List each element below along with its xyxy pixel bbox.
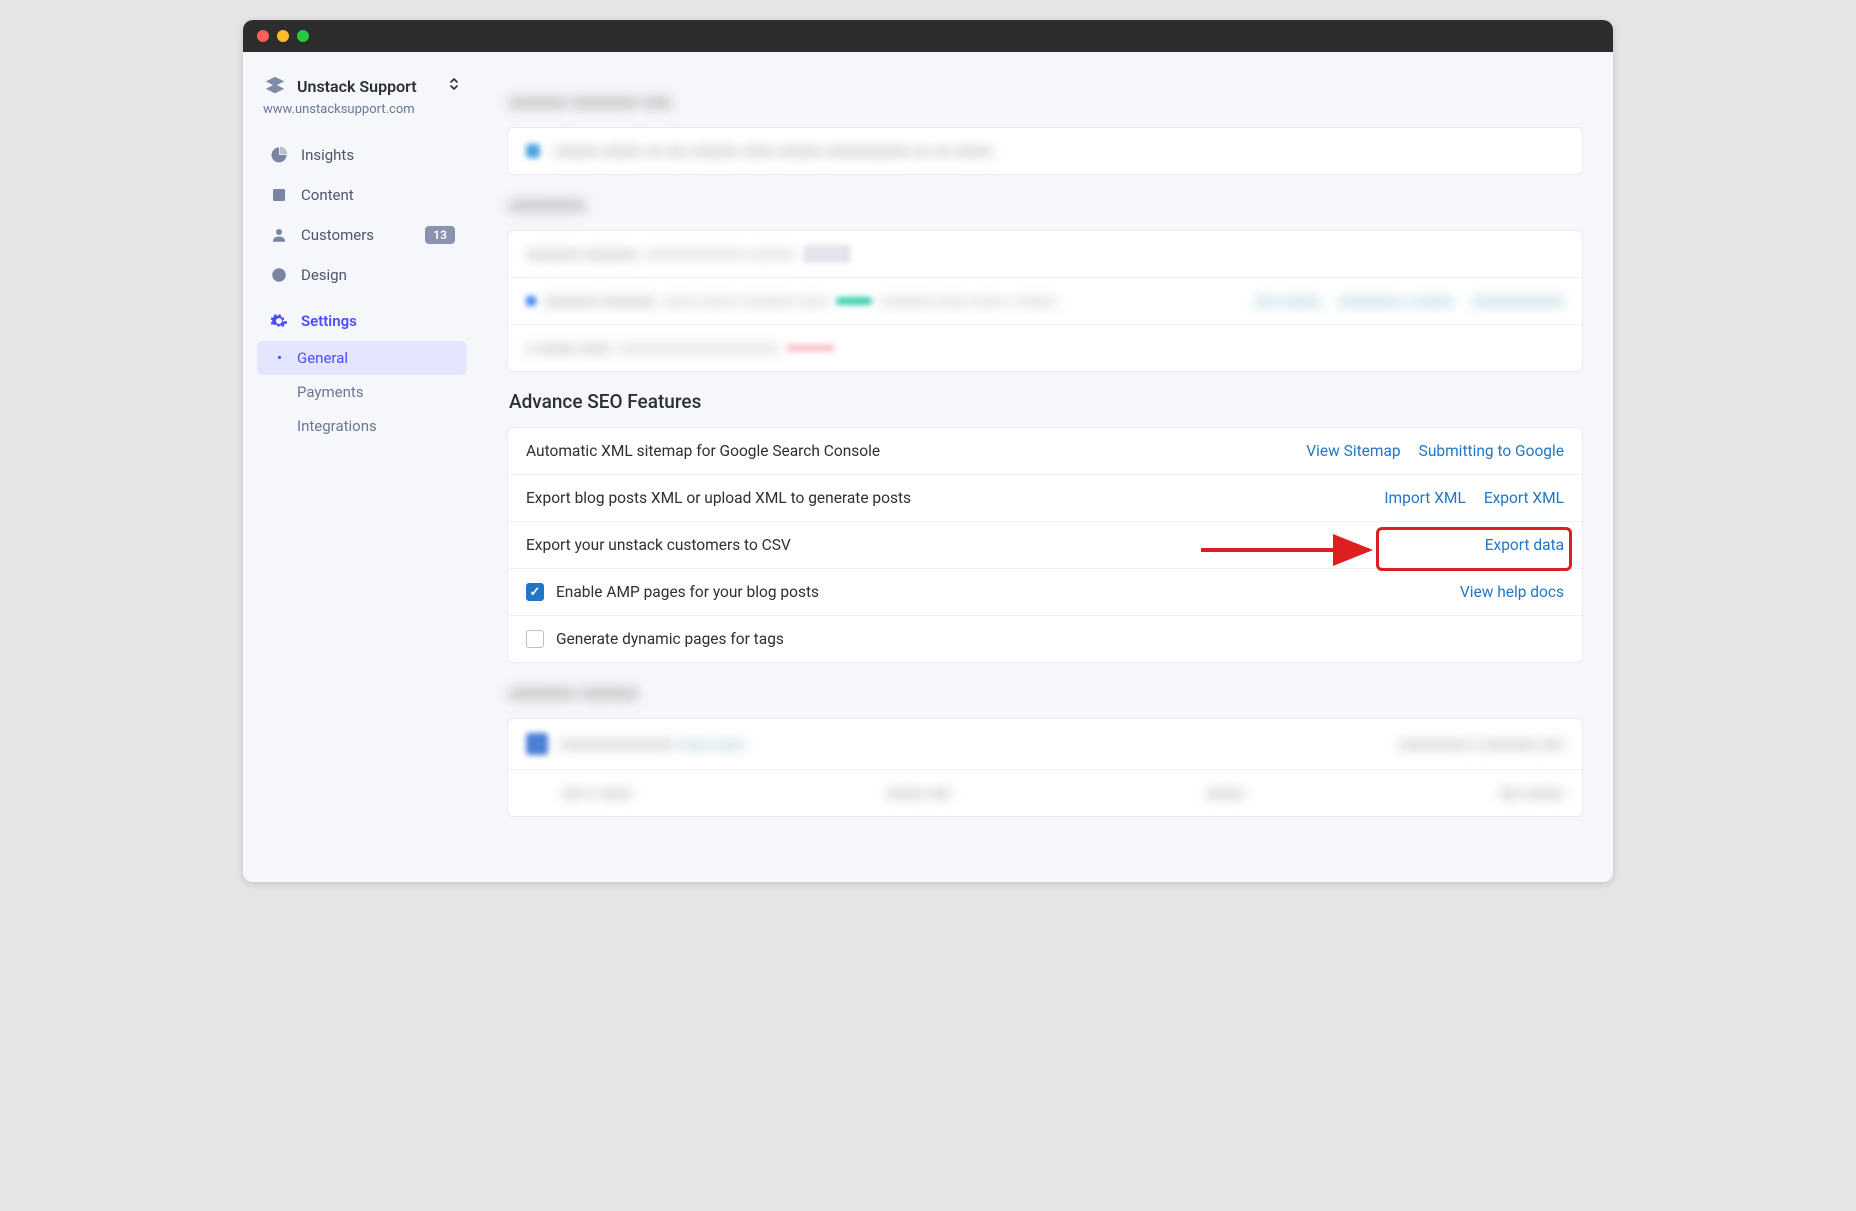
nav-insights[interactable]: Insights <box>257 135 467 175</box>
row-label: Automatic XML sitemap for Google Search … <box>526 442 880 460</box>
subnav-general[interactable]: General <box>257 341 467 375</box>
nav-label: Content <box>301 186 354 204</box>
sidebar: Unstack Support www.unstacksupport.com I… <box>243 52 477 882</box>
seo-row-xml: Export blog posts XML or upload XML to g… <box>508 475 1582 522</box>
row-label: Export your unstack customers to CSV <box>526 536 791 554</box>
nav-content[interactable]: Content <box>257 175 467 215</box>
app-body: Unstack Support www.unstacksupport.com I… <box>243 52 1613 882</box>
brand-url: www.unstacksupport.com <box>257 100 467 135</box>
annotation-arrow-icon <box>1201 542 1381 566</box>
nav-label: Customers <box>301 226 374 244</box>
app-window: Unstack Support www.unstacksupport.com I… <box>243 20 1613 882</box>
window-minimize-icon[interactable] <box>277 30 289 42</box>
pie-chart-icon <box>269 145 289 165</box>
seo-row-sitemap: Automatic XML sitemap for Google Search … <box>508 428 1582 475</box>
row-label: Export blog posts XML or upload XML to g… <box>526 489 911 507</box>
link-import-xml[interactable]: Import XML <box>1384 489 1466 507</box>
nav-customers[interactable]: Customers 13 <box>257 215 467 255</box>
subnav-integrations[interactable]: Integrations <box>257 409 467 443</box>
subnav-label: Payments <box>297 383 364 401</box>
link-submitting-google[interactable]: Submitting to Google <box>1419 442 1564 460</box>
blurred-heading: xxxxxx xxxxxxx xxx <box>509 90 1583 113</box>
nav-design[interactable]: Design <box>257 255 467 295</box>
seo-heading: Advance SEO Features <box>509 390 1583 413</box>
blurred-heading: xxxxxxx xxxxxx <box>509 681 1583 704</box>
titlebar <box>243 20 1613 52</box>
nav-label: Design <box>301 266 347 284</box>
main-content: xxxxxx xxxxxxx xxx xxxxxx xxxxx xx xxx x… <box>477 52 1613 882</box>
blurred-heading: xxxxxxxx <box>509 193 1583 216</box>
row-label: Enable AMP pages for your blog posts <box>556 583 819 601</box>
row-label: Generate dynamic pages for tags <box>556 630 784 648</box>
subnav-payments[interactable]: Payments <box>257 375 467 409</box>
nav-settings[interactable]: Settings <box>257 301 467 341</box>
nav-label: Settings <box>301 312 357 330</box>
blurred-card: xxxxxxx xxxxxxx xxxxxxxxxxxxx xxxxxx xxx… <box>507 230 1583 372</box>
seo-row-amp: Enable AMP pages for your blog posts Vie… <box>508 569 1582 616</box>
subnav-label: General <box>297 349 348 367</box>
customers-badge: 13 <box>425 226 455 244</box>
annotation-highlight-box <box>1376 527 1572 571</box>
blurred-card: xxxxxxxxxxxxxxx xxxx xxxxxxxxxxxxx x xxx… <box>507 718 1583 817</box>
window-maximize-icon[interactable] <box>297 30 309 42</box>
nav-label: Insights <box>301 146 354 164</box>
link-help-docs[interactable]: View help docs <box>1460 583 1564 601</box>
blurred-card: xxxxxx xxxxx xx xxx xxxxxx xxxx xxxxxx x… <box>507 127 1583 175</box>
checkbox-amp[interactable] <box>526 583 544 601</box>
link-export-xml[interactable]: Export XML <box>1484 489 1564 507</box>
document-icon <box>269 185 289 205</box>
link-view-sitemap[interactable]: View Sitemap <box>1306 442 1400 460</box>
gear-icon <box>269 311 289 331</box>
subnav-label: Integrations <box>297 417 377 435</box>
brand-logo-icon <box>263 74 287 98</box>
user-icon <box>269 225 289 245</box>
seo-row-tags: Generate dynamic pages for tags <box>508 616 1582 662</box>
chevron-updown-icon <box>449 77 459 95</box>
checkbox-tags[interactable] <box>526 630 544 648</box>
brand-name: Unstack Support <box>297 77 449 96</box>
brand-switcher[interactable]: Unstack Support <box>257 70 467 100</box>
window-close-icon[interactable] <box>257 30 269 42</box>
palette-icon <box>269 265 289 285</box>
